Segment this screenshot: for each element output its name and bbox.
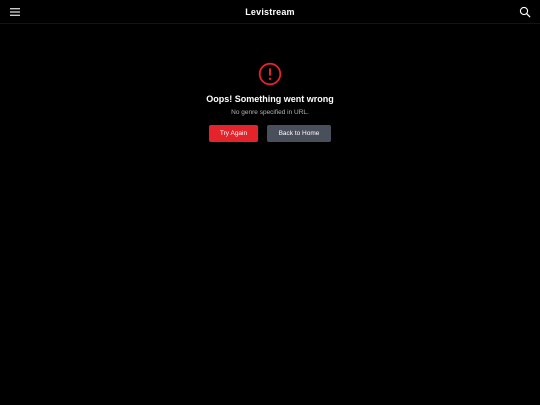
- brand-logo-text: Levistream: [245, 7, 295, 17]
- try-again-button[interactable]: Try Again: [209, 125, 258, 142]
- error-page: Levistream Oops! Something went wrong No…: [0, 0, 540, 405]
- hamburger-menu-icon: [9, 6, 21, 18]
- menu-button[interactable]: [9, 6, 21, 18]
- error-title: Oops! Something went wrong: [206, 94, 334, 104]
- search-button[interactable]: [519, 6, 531, 18]
- search-icon: [519, 6, 531, 18]
- error-panel: Oops! Something went wrong No genre spec…: [0, 62, 540, 142]
- back-to-home-button[interactable]: Back to Home: [267, 125, 331, 142]
- exclamation-circle-icon: [258, 62, 282, 86]
- error-message: No genre specified in URL.: [231, 109, 309, 116]
- error-actions: Try Again Back to Home: [0, 125, 540, 142]
- top-navigation-bar: Levistream: [0, 0, 540, 24]
